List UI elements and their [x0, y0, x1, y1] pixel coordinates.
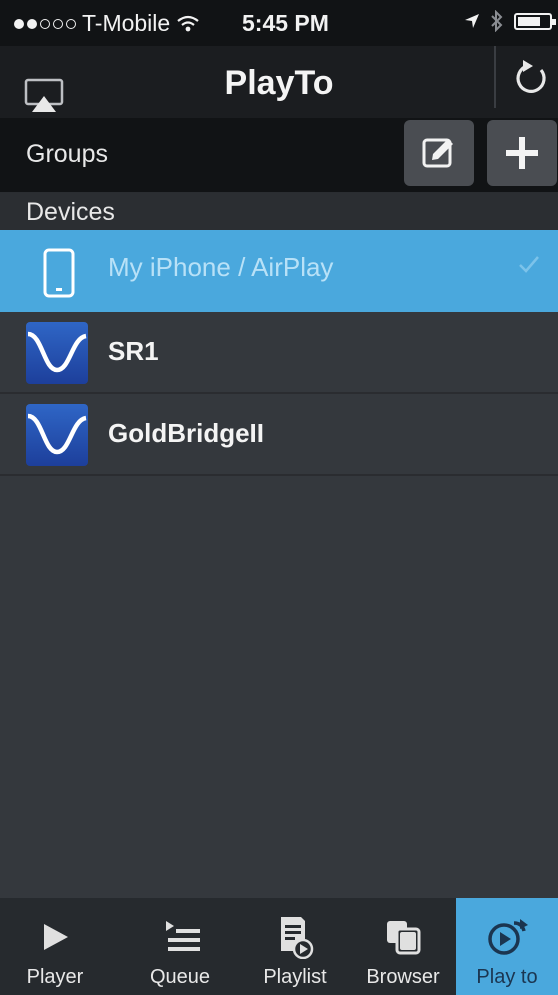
- device-name: SR1: [108, 336, 159, 366]
- tab-browser[interactable]: Browser: [350, 898, 456, 995]
- wifi-icon: [177, 15, 199, 31]
- carrier-label: T-Mobile: [82, 10, 171, 36]
- wave-icon: [26, 404, 88, 466]
- tab-label: Queue: [149, 966, 211, 988]
- groups-label: Groups: [26, 140, 108, 168]
- battery-icon: [514, 12, 556, 30]
- tab-label: Browser: [366, 966, 440, 988]
- groups-header: Groups: [0, 118, 558, 192]
- devices-header: Devices: [0, 192, 558, 230]
- bluetooth-icon: [491, 10, 503, 32]
- nav-divider: [494, 46, 496, 108]
- tab-play-to[interactable]: Play to: [456, 898, 558, 995]
- tab-label: Player: [26, 966, 84, 988]
- status-bar: T-Mobile 5:45 PM: [0, 0, 558, 46]
- tab-label: Play to: [476, 966, 538, 988]
- tab-player[interactable]: Player: [0, 898, 110, 995]
- status-time: 5:45 PM: [242, 10, 329, 36]
- phone-icon: [43, 248, 75, 298]
- device-name: GoldBridgeII: [108, 418, 264, 448]
- tab-playlist[interactable]: Playlist: [240, 898, 350, 995]
- location-arrow-icon: [465, 14, 479, 28]
- page-title: PlayTo: [224, 64, 334, 102]
- device-name: My iPhone / AirPlay: [108, 252, 334, 282]
- browser-icon: [387, 921, 421, 955]
- signal-strength-icon: [14, 18, 76, 29]
- tab-bar: Player Queue Playlist Browser Play to: [0, 898, 558, 995]
- queue-icon: [166, 921, 200, 951]
- plus-icon: [506, 137, 538, 169]
- device-row-goldbridge[interactable]: GoldBridgeII: [0, 394, 558, 476]
- tab-queue[interactable]: Queue: [125, 898, 235, 995]
- tab-label: Playlist: [263, 966, 327, 988]
- playlist-icon: [281, 917, 314, 959]
- edit-icon: [422, 138, 453, 168]
- devices-label: Devices: [26, 198, 115, 226]
- play-icon: [44, 924, 68, 950]
- wave-icon: [26, 322, 88, 384]
- add-group-button[interactable]: [487, 120, 557, 186]
- status-left: T-Mobile: [14, 10, 200, 37]
- device-row-sr1[interactable]: SR1: [0, 312, 558, 394]
- device-row-my-iphone[interactable]: My iPhone / AirPlay: [0, 230, 558, 312]
- status-right: [464, 10, 556, 32]
- edit-groups-button[interactable]: [404, 120, 474, 186]
- refresh-icon[interactable]: [511, 58, 551, 98]
- checkmark-icon: [519, 256, 539, 273]
- nav-bar: PlayTo: [0, 46, 558, 118]
- playto-icon: [488, 919, 528, 955]
